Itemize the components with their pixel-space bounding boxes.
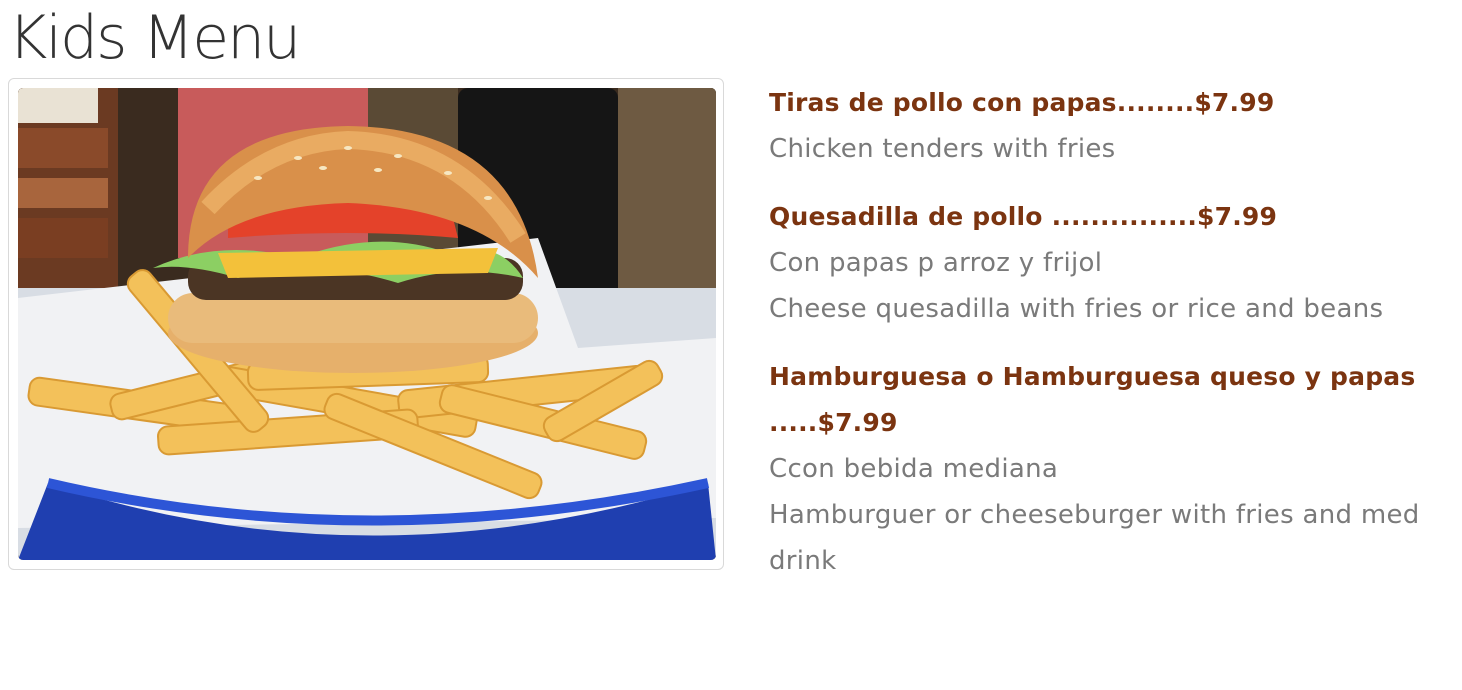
menu-item-name: Hamburguesa o Hamburguesa queso y papas …: [769, 362, 1416, 437]
menu-item-description: Chicken tenders with fries: [769, 134, 1116, 164]
menu-item-name: Tiras de pollo con papas........$7.99: [769, 88, 1275, 117]
kids-menu-page: Kids Menu Tiras de pollo con papas......…: [0, 0, 1462, 690]
menu-item: Tiras de pollo con papas........$7.99 Ch…: [769, 80, 1459, 172]
menu-item-description: Con papas p arroz y frijol: [769, 248, 1103, 278]
burger-photo: [18, 88, 716, 560]
menu-item-description: Ccon bebida mediana: [769, 454, 1059, 484]
menu-item-name: Quesadilla de pollo ...............$7.99: [769, 202, 1278, 231]
menu-item: Quesadilla de pollo ...............$7.99…: [769, 194, 1459, 332]
menu-item: Hamburguesa o Hamburguesa queso y papas …: [769, 354, 1459, 584]
kids-menu-list: Tiras de pollo con papas........$7.99 Ch…: [769, 80, 1459, 606]
menu-item-description: Cheese quesadilla with fries or rice and…: [769, 294, 1384, 324]
menu-item-description: Hamburguer or cheeseburger with fries an…: [769, 500, 1420, 576]
page-title: Kids Menu: [8, 3, 301, 73]
photo-frame: [8, 78, 724, 570]
